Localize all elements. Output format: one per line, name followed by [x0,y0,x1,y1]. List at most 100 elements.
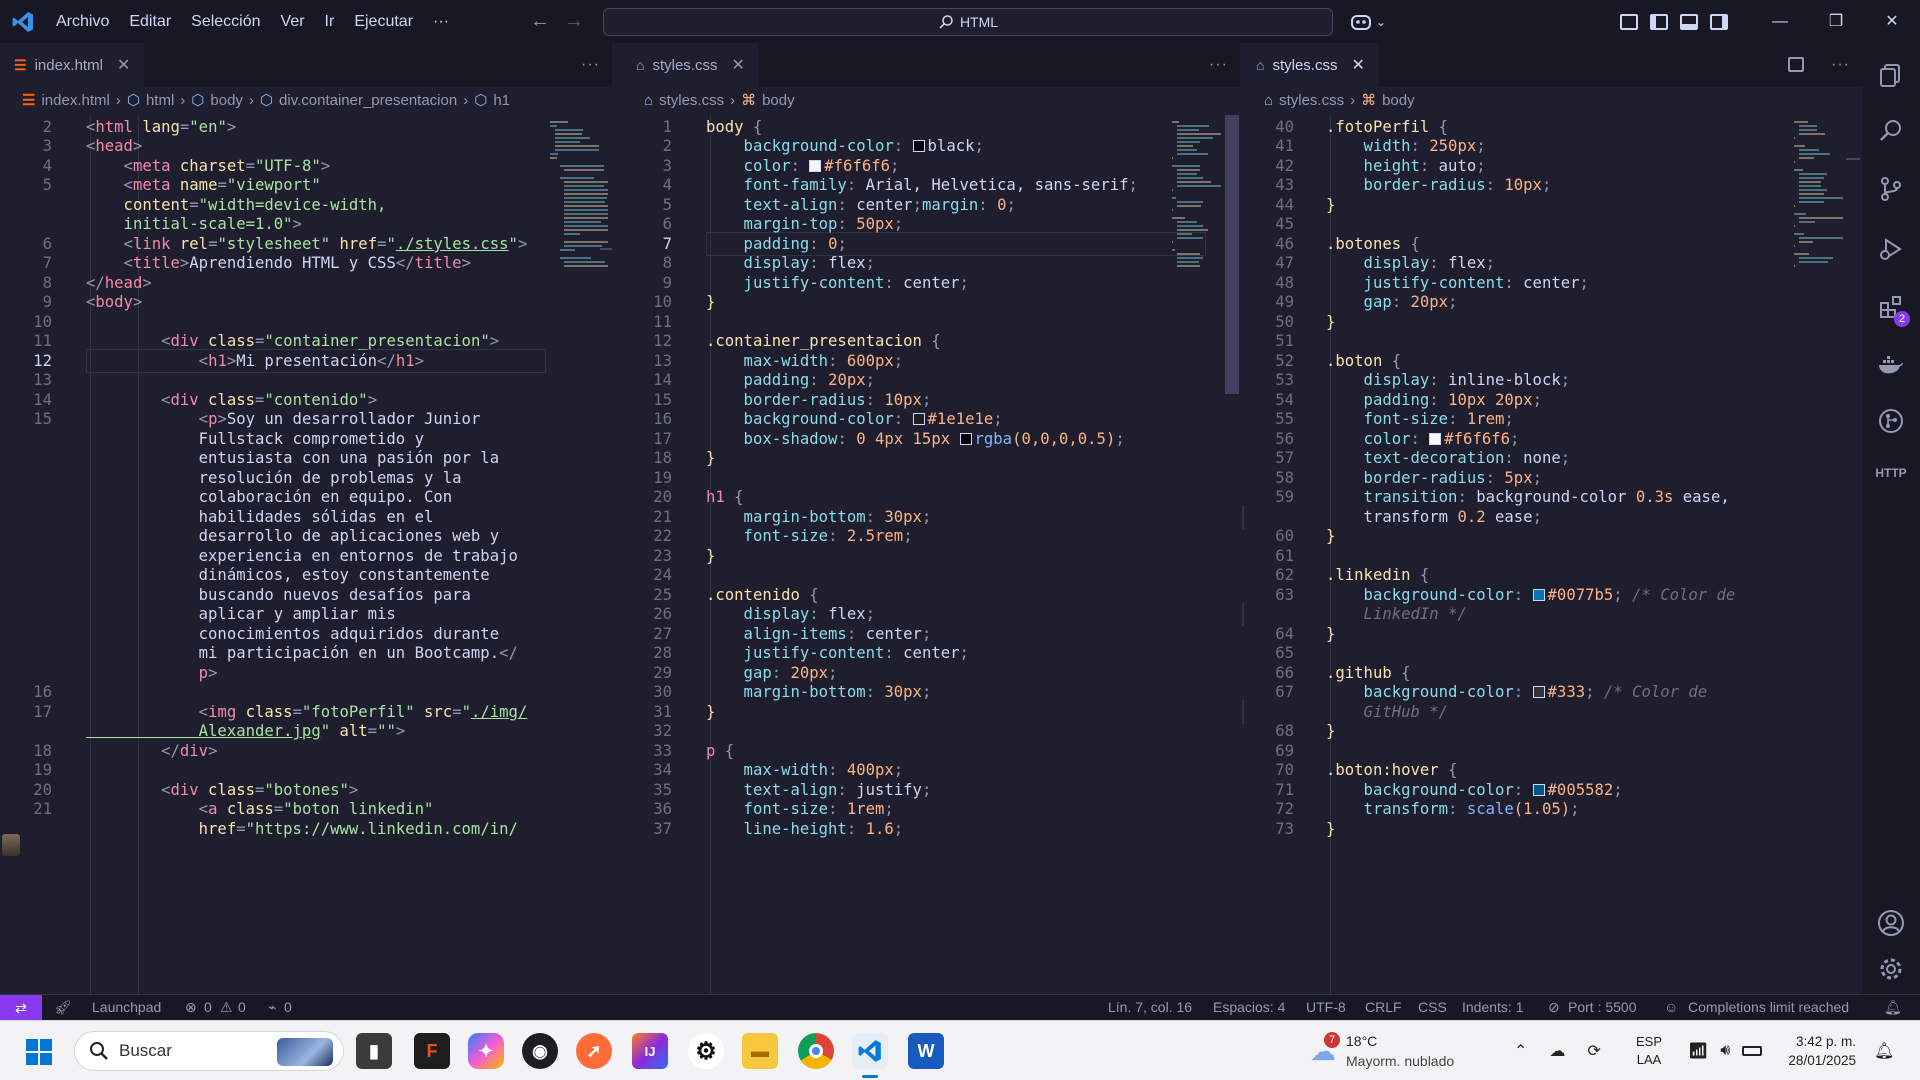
minimap[interactable] [1794,115,1844,375]
minimap[interactable] [550,115,609,375]
breadcrumb-item[interactable]: styles.css [1279,92,1344,109]
live-server-port[interactable]: Port : 5500 [1568,999,1637,1015]
menu-more-button[interactable]: ··· [423,0,459,43]
completions-status[interactable]: Completions limit reached [1688,999,1849,1015]
minimap[interactable] [1172,115,1222,375]
scrollbar[interactable] [1846,158,1860,160]
close-tab-icon[interactable]: ✕ [1351,55,1364,75]
menu-editar[interactable]: Editar [119,0,181,43]
breadcrumb-item[interactable]: index.html [41,92,109,109]
breadcrumb-item[interactable]: h1 [493,92,510,109]
color-swatch-icon[interactable] [809,159,822,172]
clock[interactable]: 3:42 p. m. 28/01/2025 [1776,1021,1856,1080]
run-debug-icon[interactable] [1862,227,1920,271]
split-editor-icon[interactable] [1788,57,1804,72]
file-explorer-icon[interactable]: ▬ [742,1033,778,1069]
breadcrumb-item[interactable]: div.container_presentacion [279,92,457,109]
copilot-app-icon[interactable]: ✦ [468,1033,504,1069]
toggle-primary-sidebar-icon[interactable] [1650,13,1668,30]
close-tab-icon[interactable]: ✕ [117,55,130,75]
figma-icon[interactable]: F [414,1033,450,1069]
menu-seleccion[interactable]: Selección [181,0,270,43]
color-swatch-icon[interactable] [912,413,925,426]
word-icon[interactable]: W [908,1033,944,1069]
search-icon[interactable] [1862,109,1920,153]
error-count[interactable]: 0 [204,999,212,1015]
remote-indicator-icon[interactable]: ⇄ [0,995,42,1021]
toggle-panel-icon[interactable] [1680,13,1698,30]
color-swatch-icon[interactable] [912,140,925,153]
close-tab-icon[interactable]: ✕ [731,55,744,75]
task-view-icon[interactable]: ▮ [356,1033,392,1069]
tab-styles-css-active[interactable]: ⌂ styles.css ✕ [1242,43,1379,87]
weather-widget[interactable]: ☁ 7 18°C Mayorm. nublado [1310,1021,1454,1080]
battery-icon[interactable] [1742,1046,1763,1056]
code-editor-styles-css-2[interactable]: 40 .fotoPerfil {41 width: 250px; 42 height… [1242,115,1862,994]
github-desktop-icon[interactable]: ◉ [522,1033,558,1069]
volume-icon[interactable]: 🔊︎ [1720,1042,1730,1060]
windows-start-icon[interactable] [26,1039,52,1065]
copilot-icon[interactable]: ⌄ [1350,12,1386,32]
code-line[interactable]: 37 line-height: 1.6; [622,817,903,841]
gitlens-icon[interactable] [1862,399,1920,443]
chatgpt-icon[interactable]: ⚙ [688,1033,724,1069]
sync-icon[interactable]: ⟳ [1587,1041,1600,1061]
launchpad-item[interactable]: Launchpad [92,999,161,1015]
back-arrow-icon[interactable]: ← [530,10,550,33]
menu-ver[interactable]: Ver [271,0,315,43]
breadcrumb-item[interactable]: body [762,92,795,109]
more-actions-icon[interactable]: ··· [581,43,600,87]
menu-ejecutar[interactable]: Ejecutar [344,0,423,43]
code-line[interactable]: 73} [1242,817,1335,841]
extensions-icon[interactable]: 2 [1862,285,1920,329]
customize-layout-icon[interactable] [1620,13,1638,30]
color-swatch-icon[interactable] [1532,783,1545,796]
color-swatch-icon[interactable] [959,432,972,445]
indentation-spaces[interactable]: Espacios: 4 [1213,999,1285,1015]
taskbar-search-input[interactable]: Buscar [74,1031,344,1071]
end-of-line[interactable]: CRLF [1365,999,1402,1015]
forward-arrow-icon[interactable]: → [564,10,584,33]
wifi-icon[interactable]: 📶︎ [1688,1041,1708,1061]
postman-icon[interactable]: ➚ [576,1033,612,1069]
tab-index-html[interactable]: ☰ index.html ✕ [0,43,145,87]
scrollbar[interactable] [1225,115,1239,394]
account-icon[interactable] [1862,901,1920,945]
language-mode[interactable]: CSS [1418,999,1447,1015]
vscode-taskbar-icon[interactable] [852,1033,888,1069]
command-center-search[interactable]: HTML [603,8,1333,36]
ports-count[interactable]: 0 [284,999,292,1015]
onedrive-offline-icon[interactable]: ☁ [1549,1041,1565,1061]
http-client-icon[interactable]: HTTP [1862,451,1920,495]
more-actions-icon[interactable]: ··· [1209,43,1228,87]
encoding[interactable]: UTF-8 [1306,999,1346,1015]
notifications-bell-icon[interactable]: 🔔︎ [1884,999,1902,1016]
menu-archivo[interactable]: Archivo [46,0,119,43]
close-icon[interactable]: ✕ [1864,0,1920,43]
breadcrumb-item[interactable]: body [210,92,243,109]
chrome-icon[interactable] [798,1033,834,1069]
minimize-icon[interactable]: — [1752,0,1808,43]
restore-icon[interactable]: ❐ [1808,0,1864,43]
code-editor-styles-css[interactable]: 1 body {2 background-color: black; 3 color… [622,115,1240,994]
indents-info[interactable]: Indents: 1 [1462,999,1524,1015]
settings-gear-icon[interactable] [1862,947,1920,991]
color-swatch-icon[interactable] [1532,588,1545,601]
breadcrumb-item[interactable]: body [1382,92,1415,109]
menu-ir[interactable]: Ir [315,0,345,43]
scrollbar[interactable] [600,248,612,250]
cursor-position[interactable]: Lín. 7, col. 16 [1108,999,1192,1015]
intellij-icon[interactable]: IJ [632,1033,668,1069]
breadcrumb-item[interactable]: html [146,92,174,109]
warning-count[interactable]: 0 [238,999,246,1015]
color-swatch-icon[interactable] [1532,686,1545,699]
color-swatch-icon[interactable] [1429,432,1442,445]
source-control-icon[interactable] [1862,167,1920,211]
breadcrumb-item[interactable]: styles.css [659,92,724,109]
notifications-icon[interactable]: 🔔︎ [1874,1021,1894,1080]
explorer-icon[interactable] [1862,53,1920,97]
more-actions-icon[interactable]: ··· [1831,43,1850,87]
toggle-secondary-sidebar-icon[interactable] [1710,13,1728,30]
code-editor-index-html[interactable]: 2 < html lang = "en" >3 < head >4 < meta charset =… [0,115,612,994]
tab-styles-css[interactable]: ⌂ styles.css ✕ [622,43,759,87]
